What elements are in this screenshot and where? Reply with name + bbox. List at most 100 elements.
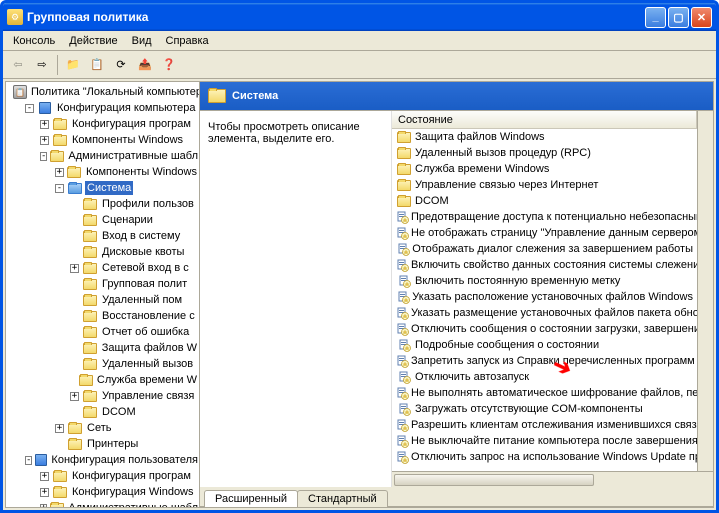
tree-node-group_policy[interactable]: Групповая полит — [6, 276, 199, 292]
collapse-icon[interactable]: - — [40, 152, 47, 161]
tab-extended[interactable]: Расширенный — [204, 490, 298, 507]
policy-list[interactable]: Защита файлов Windows Удаленный вызов про… — [392, 129, 697, 471]
list-folder[interactable]: Служба времени Windows — [392, 161, 697, 177]
list-policy[interactable]: Указать размещение установочных файлов п… — [392, 305, 697, 321]
tree-node-prog_cfg2[interactable]: +Конфигурация програм — [6, 468, 199, 484]
list-policy[interactable]: Не отображать страницу "Управление данны… — [392, 225, 697, 241]
folder-icon — [396, 194, 412, 208]
titlebar[interactable]: ⚙ Групповая политика _ ▢ ✕ — [3, 3, 716, 31]
list-folder[interactable]: DCOM — [392, 193, 697, 209]
tree-label: Дисковые квоты — [100, 245, 186, 259]
tree-node-system[interactable]: - Система — [6, 180, 199, 196]
list-policy[interactable]: Предотвращение доступа к потенциально не… — [392, 209, 697, 225]
tree-node-win_comp[interactable]: + Компоненты Windows — [6, 164, 199, 180]
tree-node-disk_quotas[interactable]: Дисковые квоты — [6, 244, 199, 260]
tree-node-admin_tmpl2[interactable]: +Административные шабл — [6, 500, 199, 507]
maximize-button[interactable]: ▢ — [668, 7, 689, 28]
tree-label: Система — [85, 181, 133, 195]
list-folder[interactable]: Управление связью через Интернет — [392, 177, 697, 193]
list-item-label: Отображать диалог слежения за завершение… — [412, 243, 693, 255]
close-button[interactable]: ✕ — [691, 7, 712, 28]
folder-icon — [52, 133, 68, 147]
list-policy[interactable]: Разрешить клиентам отслеживания изменивш… — [392, 417, 697, 433]
tree-node-user_cfg[interactable]: -Конфигурация пользователя — [6, 452, 199, 468]
tree-node-win_file_prot[interactable]: Защита файлов W — [6, 340, 199, 356]
tree-node-win_cfg[interactable]: +Конфигурация Windows — [6, 484, 199, 500]
list-folder[interactable]: Удаленный вызов процедур (RPC) — [392, 145, 697, 161]
forward-button[interactable]: ⇨ — [31, 54, 53, 76]
expand-icon[interactable]: + — [55, 168, 64, 177]
refresh-button[interactable]: ⟳ — [110, 54, 132, 76]
tab-standard[interactable]: Стандартный — [297, 490, 388, 507]
tree-node-win_time[interactable]: Служба времени W — [6, 372, 199, 388]
folder-icon — [396, 130, 412, 144]
menu-view[interactable]: Вид — [126, 33, 158, 49]
collapse-icon[interactable]: - — [25, 456, 32, 465]
expand-icon[interactable]: + — [70, 264, 79, 273]
list-item-label: Служба времени Windows — [415, 163, 549, 175]
policy-icon — [396, 210, 408, 224]
menu-console[interactable]: Консоль — [7, 33, 61, 49]
menu-help[interactable]: Справка — [160, 33, 215, 49]
list-policy[interactable]: Не выключайте питание компьютера после з… — [392, 433, 697, 449]
folder-icon — [396, 162, 412, 176]
tree-node-user_profiles[interactable]: Профили пользов — [6, 196, 199, 212]
expand-icon[interactable]: + — [40, 504, 47, 508]
list-folder[interactable]: Защита файлов Windows — [392, 129, 697, 145]
list-policy[interactable]: Включить постоянную временную метку — [392, 273, 697, 289]
tree-node-remote_call[interactable]: Удаленный вызов — [6, 356, 199, 372]
list-policy[interactable]: Запретить запуск из Справки перечисленны… — [392, 353, 697, 369]
back-button: ⇦ — [7, 54, 29, 76]
minimize-button[interactable]: _ — [645, 7, 666, 28]
list-policy[interactable]: Не выполнять автоматическое шифрование ф… — [392, 385, 697, 401]
list-policy[interactable]: Отключить запрос на использование Window… — [392, 449, 697, 465]
folder-icon — [82, 341, 98, 355]
menu-action[interactable]: Действие — [63, 33, 123, 49]
expand-icon[interactable]: + — [40, 136, 49, 145]
tree-node-sys_restore[interactable]: Восстановление с — [6, 308, 199, 324]
prop-button[interactable]: 📋 — [86, 54, 108, 76]
tree-node-printers[interactable]: Принтеры — [6, 436, 199, 452]
tree-label: Групповая полит — [100, 277, 189, 291]
tree-node-root[interactable]: 📋Политика "Локальный компьютер" — [6, 84, 199, 100]
tree-node-logon[interactable]: Вход в систему — [6, 228, 199, 244]
list-policy[interactable]: Отображать диалог слежения за завершение… — [392, 241, 697, 257]
tree-node-admin_tmpl[interactable]: -Административные шабл — [6, 148, 199, 164]
tree-node-comp_cfg[interactable]: -Конфигурация компьютера — [6, 100, 199, 116]
tree-node-dcom[interactable]: DCOM — [6, 404, 199, 420]
tree-node-net_logon[interactable]: +Сетевой вход в с — [6, 260, 199, 276]
list-policy[interactable]: Отключить сообщения о состоянии загрузки… — [392, 321, 697, 337]
expand-icon[interactable]: + — [40, 120, 49, 129]
list-item-label: Отключить автозапуск — [415, 371, 529, 383]
list-item-label: Отключить запрос на использование Window… — [411, 451, 697, 463]
list-policy[interactable]: Подробные сообщения о состоянии — [392, 337, 697, 353]
tree-node-conn_mgmt[interactable]: +Управление связя — [6, 388, 199, 404]
list-policy[interactable]: Загружать отсутствующие COM-компоненты — [392, 401, 697, 417]
list-item-label: Защита файлов Windows — [415, 131, 545, 143]
tree-pane[interactable]: 📋Политика "Локальный компьютер"-Конфигур… — [6, 82, 200, 507]
list-policy[interactable]: Включить свойство данных состояния систе… — [392, 257, 697, 273]
list-vscroll[interactable] — [697, 111, 713, 471]
tree-node-win_comp[interactable]: +Компоненты Windows — [6, 132, 199, 148]
tree-label: Компоненты Windows — [84, 165, 199, 179]
export-button[interactable]: 📤 — [134, 54, 156, 76]
tree-node-network[interactable]: +Сеть — [6, 420, 199, 436]
list-policy[interactable]: Отключить автозапуск — [392, 369, 697, 385]
column-header-state[interactable]: Состояние — [392, 111, 697, 129]
expand-icon[interactable]: + — [55, 424, 64, 433]
collapse-icon[interactable]: - — [25, 104, 34, 113]
list-hscroll[interactable] — [392, 471, 713, 487]
help-button[interactable]: ❓ — [158, 54, 180, 76]
folder-icon — [82, 229, 98, 243]
tree-node-remote_assist[interactable]: Удаленный пом — [6, 292, 199, 308]
policy-icon — [396, 322, 408, 336]
tree-node-prog_cfg[interactable]: +Конфигурация програм — [6, 116, 199, 132]
expand-icon[interactable]: + — [40, 488, 49, 497]
expand-icon[interactable]: + — [70, 392, 79, 401]
list-policy[interactable]: Указать расположение установочных файлов… — [392, 289, 697, 305]
up-button[interactable]: 📁 — [62, 54, 84, 76]
tree-node-scripts[interactable]: Сценарии — [6, 212, 199, 228]
collapse-icon[interactable]: - — [55, 184, 64, 193]
expand-icon[interactable]: + — [40, 472, 49, 481]
tree-node-error_report[interactable]: Отчет об ошибка — [6, 324, 199, 340]
